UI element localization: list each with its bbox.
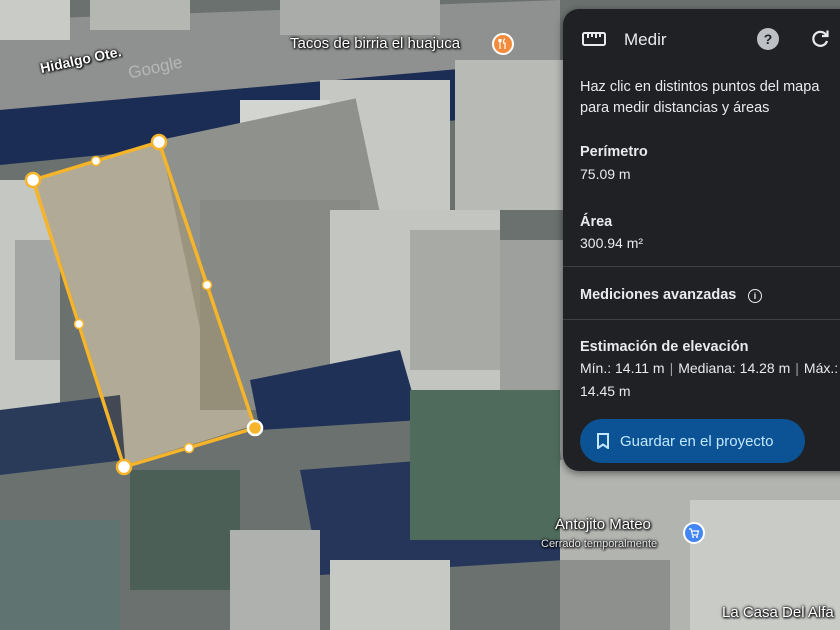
ruler-icon bbox=[582, 32, 606, 46]
panel-title: Medir bbox=[624, 30, 667, 49]
divider bbox=[563, 319, 840, 320]
instructions-text: Haz clic en distintos puntos del mapa pa… bbox=[580, 79, 820, 116]
elevation-median: Mediana: 14.28 m bbox=[678, 360, 791, 376]
info-icon[interactable]: i bbox=[748, 289, 762, 303]
vertex-handle[interactable] bbox=[246, 419, 264, 437]
place-status: Cerrado temporalmente bbox=[541, 538, 658, 550]
midpoint-handle[interactable] bbox=[90, 155, 102, 167]
help-icon[interactable]: ? bbox=[757, 28, 779, 50]
place-label-tacos[interactable]: Tacos de birria el huajuca bbox=[290, 35, 460, 52]
place-label-la-casa[interactable]: La Casa Del Alfa bbox=[722, 604, 834, 621]
elevation-values: Mín.: 14.11 m | Mediana: 14.28 m | Máx.: bbox=[580, 360, 839, 376]
place-label-antojito[interactable]: Antojito Mateo bbox=[555, 516, 651, 533]
measure-panel: Medir ? Haz clic en distintos puntos del… bbox=[563, 9, 840, 471]
perimeter-value: 75.09 m bbox=[580, 166, 631, 182]
perimeter-label: Perímetro bbox=[580, 144, 648, 160]
area-value: 300.94 m² bbox=[580, 235, 644, 251]
elevation-max-value: 14.45 m bbox=[580, 383, 631, 399]
vertex-handle[interactable] bbox=[24, 171, 42, 189]
divider bbox=[563, 266, 840, 267]
area-label: Área bbox=[580, 214, 613, 230]
elevation-min: Mín.: 14.11 m bbox=[580, 360, 665, 376]
save-to-project-button[interactable]: Guardar en el proyecto bbox=[580, 419, 805, 463]
panel-header: Medir ? bbox=[563, 9, 840, 69]
bookmark-icon bbox=[597, 433, 609, 449]
midpoint-handle[interactable] bbox=[183, 442, 195, 454]
save-button-label: Guardar en el proyecto bbox=[620, 432, 774, 450]
refresh-icon[interactable] bbox=[808, 27, 832, 51]
restaurant-icon[interactable] bbox=[492, 33, 514, 55]
vertex-handle[interactable] bbox=[115, 458, 133, 476]
vertex-handle[interactable] bbox=[150, 133, 168, 151]
elevation-label: Estimación de elevación bbox=[580, 339, 749, 355]
midpoint-handle[interactable] bbox=[201, 279, 213, 291]
elevation-max-prefix: Máx.: bbox=[803, 360, 839, 376]
shopping-cart-icon[interactable] bbox=[683, 522, 705, 544]
advanced-measurements-link[interactable]: Mediciones avanzadas bbox=[580, 287, 736, 303]
midpoint-handle[interactable] bbox=[73, 318, 85, 330]
